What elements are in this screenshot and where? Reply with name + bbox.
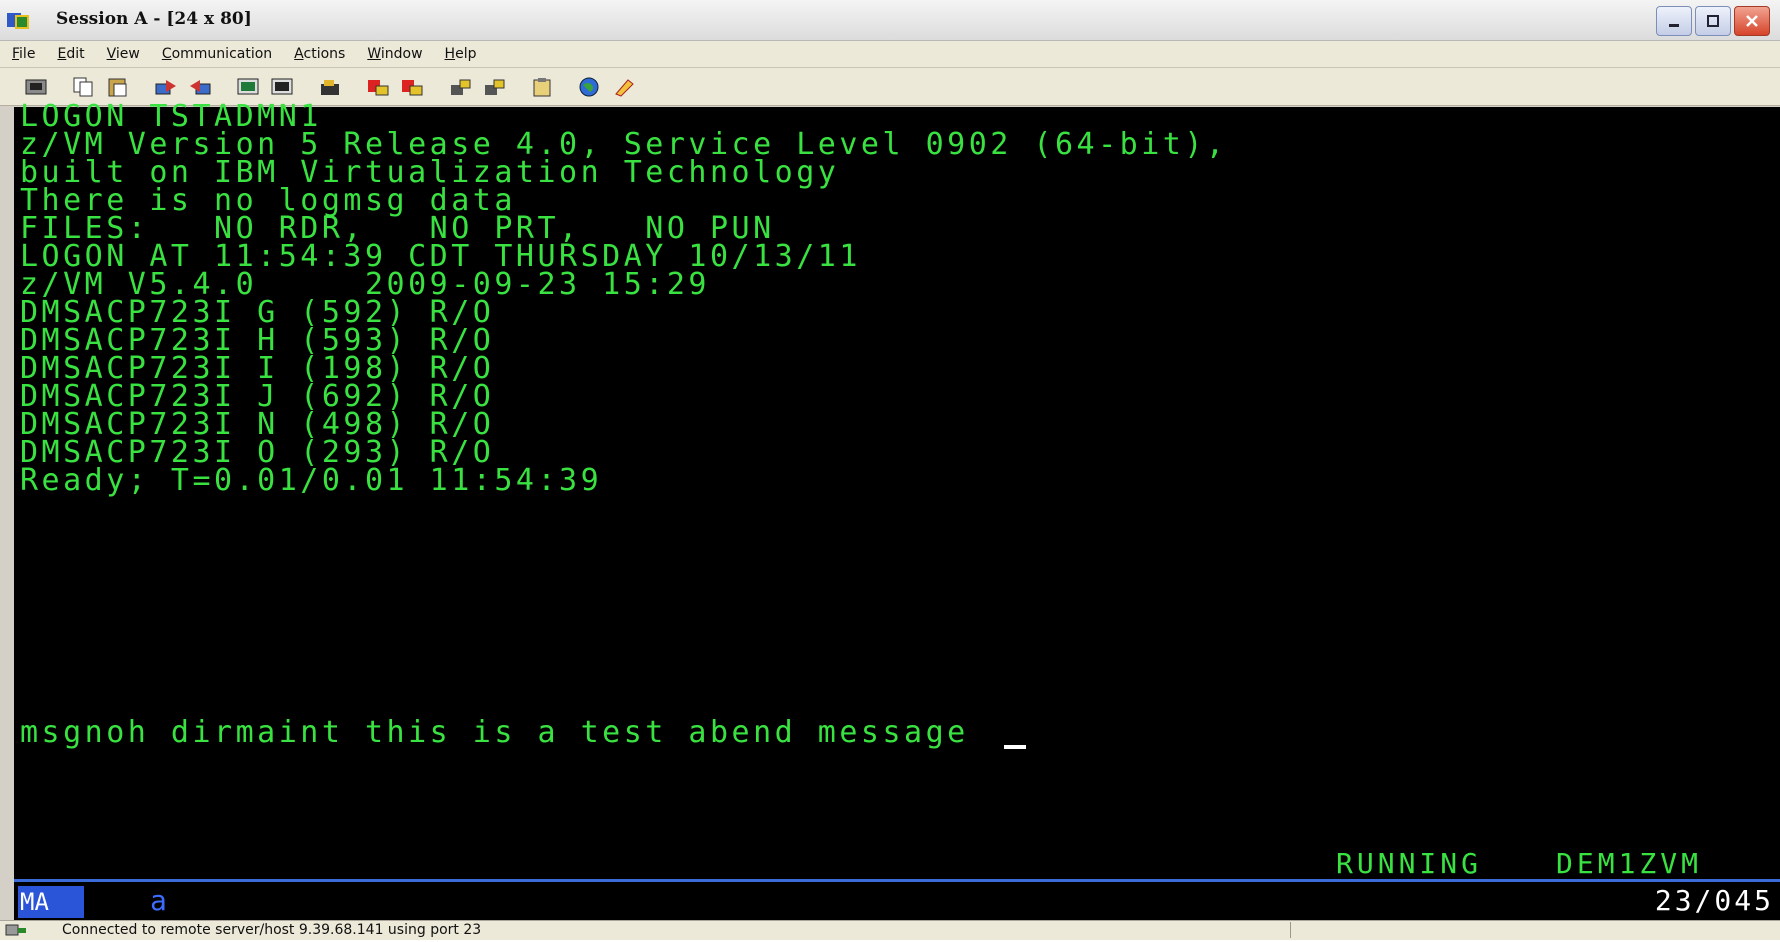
pause-macro-icon xyxy=(485,79,505,95)
copy-button[interactable] xyxy=(70,73,100,101)
menu-file[interactable]: File xyxy=(0,41,45,67)
edit-button[interactable] xyxy=(610,73,640,101)
emulator-window: Session A - [24 x 80] File Edit View Com… xyxy=(0,0,1780,940)
display-button[interactable] xyxy=(234,73,264,101)
keyboard-button[interactable] xyxy=(268,73,298,101)
send-file-button[interactable] xyxy=(152,73,182,101)
oia-session-indicator: a xyxy=(150,884,167,917)
maximize-button[interactable] xyxy=(1695,6,1731,36)
copy-icon xyxy=(73,77,93,96)
minimize-icon xyxy=(1669,24,1679,27)
print-screen-icon xyxy=(25,79,47,94)
connection-icon xyxy=(4,922,44,938)
record-macro-icon xyxy=(368,79,389,95)
receive-icon xyxy=(190,79,211,94)
play-macro-icon xyxy=(451,79,471,95)
play-macro-button[interactable] xyxy=(446,73,476,101)
status-bar: Connected to remote server/host 9.39.68.… xyxy=(0,920,1780,940)
macro-button[interactable] xyxy=(316,73,346,101)
record-macro-button[interactable] xyxy=(364,73,394,101)
stop-macro-button[interactable] xyxy=(398,73,428,101)
menu-help[interactable]: Help xyxy=(433,41,487,67)
maximize-icon xyxy=(1707,15,1719,27)
cursor-position: 23/045 xyxy=(1654,884,1774,917)
send-icon xyxy=(155,79,176,94)
edit-icon xyxy=(615,78,634,97)
close-button[interactable] xyxy=(1734,6,1770,36)
globe-button[interactable] xyxy=(576,73,606,101)
menu-view[interactable]: View xyxy=(95,41,150,67)
clipboard-button[interactable] xyxy=(528,73,558,101)
menu-bar: File Edit View Communication Actions Win… xyxy=(0,41,1780,68)
print-screen-button[interactable] xyxy=(22,73,52,101)
status-running: RUNNING xyxy=(1336,847,1483,880)
clipboard-icon xyxy=(533,77,551,96)
menu-window[interactable]: Window xyxy=(355,41,432,67)
paste-button[interactable] xyxy=(104,73,134,101)
macro-icon xyxy=(321,79,339,95)
stop-macro-icon xyxy=(402,79,423,95)
operator-info-area: MA a 23/045 xyxy=(14,882,1780,920)
keyboard-icon xyxy=(271,78,293,94)
status-pane xyxy=(1290,922,1731,938)
command-input[interactable]: msgnoh dirmaint this is a test abend mes… xyxy=(20,717,969,749)
connection-status: Connected to remote server/host 9.39.68.… xyxy=(62,922,482,938)
receive-file-button[interactable] xyxy=(186,73,216,101)
session-app-icon xyxy=(6,10,54,32)
title-bar[interactable]: Session A - [24 x 80] xyxy=(0,0,1780,41)
globe-icon xyxy=(579,77,599,96)
oia-mode-indicator: MA xyxy=(18,886,84,918)
paste-icon xyxy=(108,78,127,96)
status-system: DEM1ZVM xyxy=(1556,847,1703,880)
pause-macro-button[interactable] xyxy=(480,73,510,101)
terminal-screen[interactable]: LOGON TSTADMN1 z/VM Version 5 Release 4.… xyxy=(14,101,1780,880)
window-title: Session A - [24 x 80] xyxy=(56,9,252,29)
menu-actions[interactable]: Actions xyxy=(282,41,355,67)
minimize-button[interactable] xyxy=(1656,6,1692,36)
menu-communication[interactable]: Communication xyxy=(150,41,282,67)
display-icon xyxy=(237,78,259,94)
menu-edit[interactable]: Edit xyxy=(45,41,94,67)
terminal-line: Ready; T=0.01/0.01 11:54:39 xyxy=(20,463,603,498)
text-cursor xyxy=(1004,745,1026,749)
close-icon xyxy=(1746,15,1758,27)
